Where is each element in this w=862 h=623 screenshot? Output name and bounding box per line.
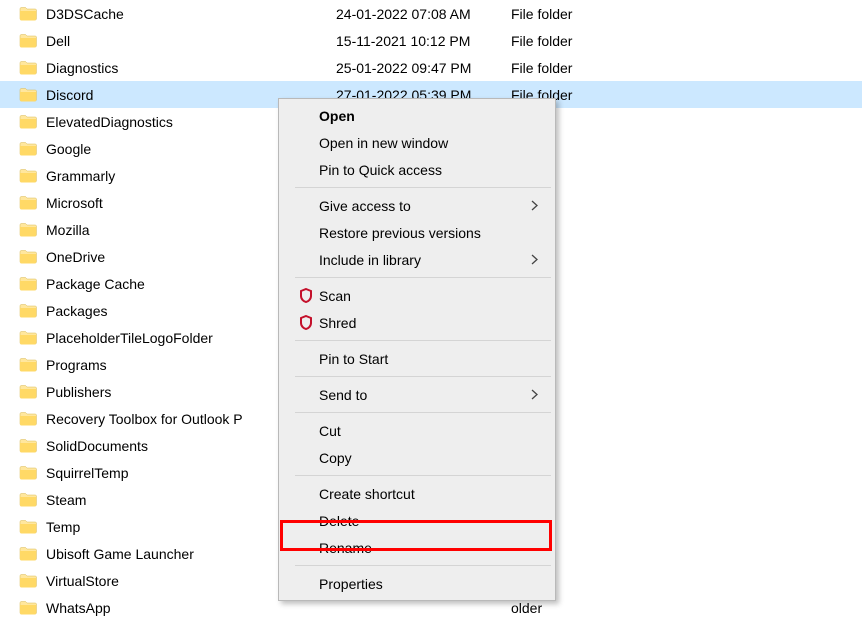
menu-label: Delete (319, 513, 553, 529)
file-date: 15-11-2021 10:12 PM (336, 33, 511, 49)
folder-icon (19, 114, 37, 129)
menu-send-to[interactable]: Send to (281, 381, 553, 408)
chevron-right-icon (530, 387, 539, 403)
folder-icon (19, 573, 37, 588)
menu-label: Copy (319, 450, 553, 466)
menu-label: Create shortcut (319, 486, 553, 502)
menu-properties[interactable]: Properties (281, 570, 553, 597)
menu-include-in-library[interactable]: Include in library (281, 246, 553, 273)
folder-icon (19, 6, 37, 21)
menu-separator (295, 187, 551, 188)
file-type: File folder (511, 33, 572, 49)
menu-separator (295, 412, 551, 413)
folder-icon (19, 195, 37, 210)
menu-create-shortcut[interactable]: Create shortcut (281, 480, 553, 507)
folder-icon (19, 384, 37, 399)
menu-label: Restore previous versions (319, 225, 553, 241)
folder-icon (19, 438, 37, 453)
folder-icon (19, 465, 37, 480)
folder-icon (19, 546, 37, 561)
file-name: Diagnostics (46, 60, 336, 76)
menu-pin-quick-access[interactable]: Pin to Quick access (281, 156, 553, 183)
menu-delete[interactable]: Delete (281, 507, 553, 534)
folder-icon (19, 303, 37, 318)
menu-label: Pin to Start (319, 351, 553, 367)
menu-label: Open (319, 108, 553, 124)
menu-scan[interactable]: Scan (281, 282, 553, 309)
file-name: Dell (46, 33, 336, 49)
folder-icon (19, 87, 37, 102)
menu-label: Properties (319, 576, 553, 592)
folder-icon (19, 330, 37, 345)
menu-separator (295, 565, 551, 566)
menu-separator (295, 475, 551, 476)
file-row[interactable]: D3DSCache24-01-2022 07:08 AMFile folder (0, 0, 862, 27)
context-menu: Open Open in new window Pin to Quick acc… (278, 98, 556, 601)
menu-label: Scan (319, 288, 553, 304)
menu-cut[interactable]: Cut (281, 417, 553, 444)
menu-label: Open in new window (319, 135, 553, 151)
file-row[interactable]: Dell15-11-2021 10:12 PMFile folder (0, 27, 862, 54)
file-row[interactable]: Diagnostics25-01-2022 09:47 PMFile folde… (0, 54, 862, 81)
menu-shred[interactable]: Shred (281, 309, 553, 336)
menu-label: Cut (319, 423, 553, 439)
folder-icon (19, 600, 37, 615)
file-type: older (511, 600, 542, 616)
menu-separator (295, 340, 551, 341)
folder-icon (19, 276, 37, 291)
folder-icon (19, 141, 37, 156)
menu-copy[interactable]: Copy (281, 444, 553, 471)
folder-icon (19, 222, 37, 237)
file-date: 25-01-2022 09:47 PM (336, 60, 511, 76)
chevron-right-icon (530, 198, 539, 214)
folder-icon (19, 33, 37, 48)
folder-icon (19, 249, 37, 264)
file-type: File folder (511, 6, 572, 22)
menu-label: Give access to (319, 198, 553, 214)
file-date: 24-01-2022 07:08 AM (336, 6, 511, 22)
menu-label: Rename (319, 540, 553, 556)
menu-restore-previous[interactable]: Restore previous versions (281, 219, 553, 246)
folder-icon (19, 492, 37, 507)
menu-label: Shred (319, 315, 553, 331)
menu-label: Send to (319, 387, 553, 403)
file-name: D3DSCache (46, 6, 336, 22)
folder-icon (19, 357, 37, 372)
shield-icon (299, 288, 319, 303)
shield-icon (299, 315, 319, 330)
folder-icon (19, 519, 37, 534)
file-name: WhatsApp (46, 600, 336, 616)
menu-label: Pin to Quick access (319, 162, 553, 178)
menu-open[interactable]: Open (281, 102, 553, 129)
menu-pin-to-start[interactable]: Pin to Start (281, 345, 553, 372)
menu-open-new-window[interactable]: Open in new window (281, 129, 553, 156)
folder-icon (19, 168, 37, 183)
menu-give-access-to[interactable]: Give access to (281, 192, 553, 219)
menu-separator (295, 376, 551, 377)
menu-separator (295, 277, 551, 278)
folder-icon (19, 411, 37, 426)
menu-rename[interactable]: Rename (281, 534, 553, 561)
menu-label: Include in library (319, 252, 553, 268)
folder-icon (19, 60, 37, 75)
chevron-right-icon (530, 252, 539, 268)
file-type: File folder (511, 60, 572, 76)
